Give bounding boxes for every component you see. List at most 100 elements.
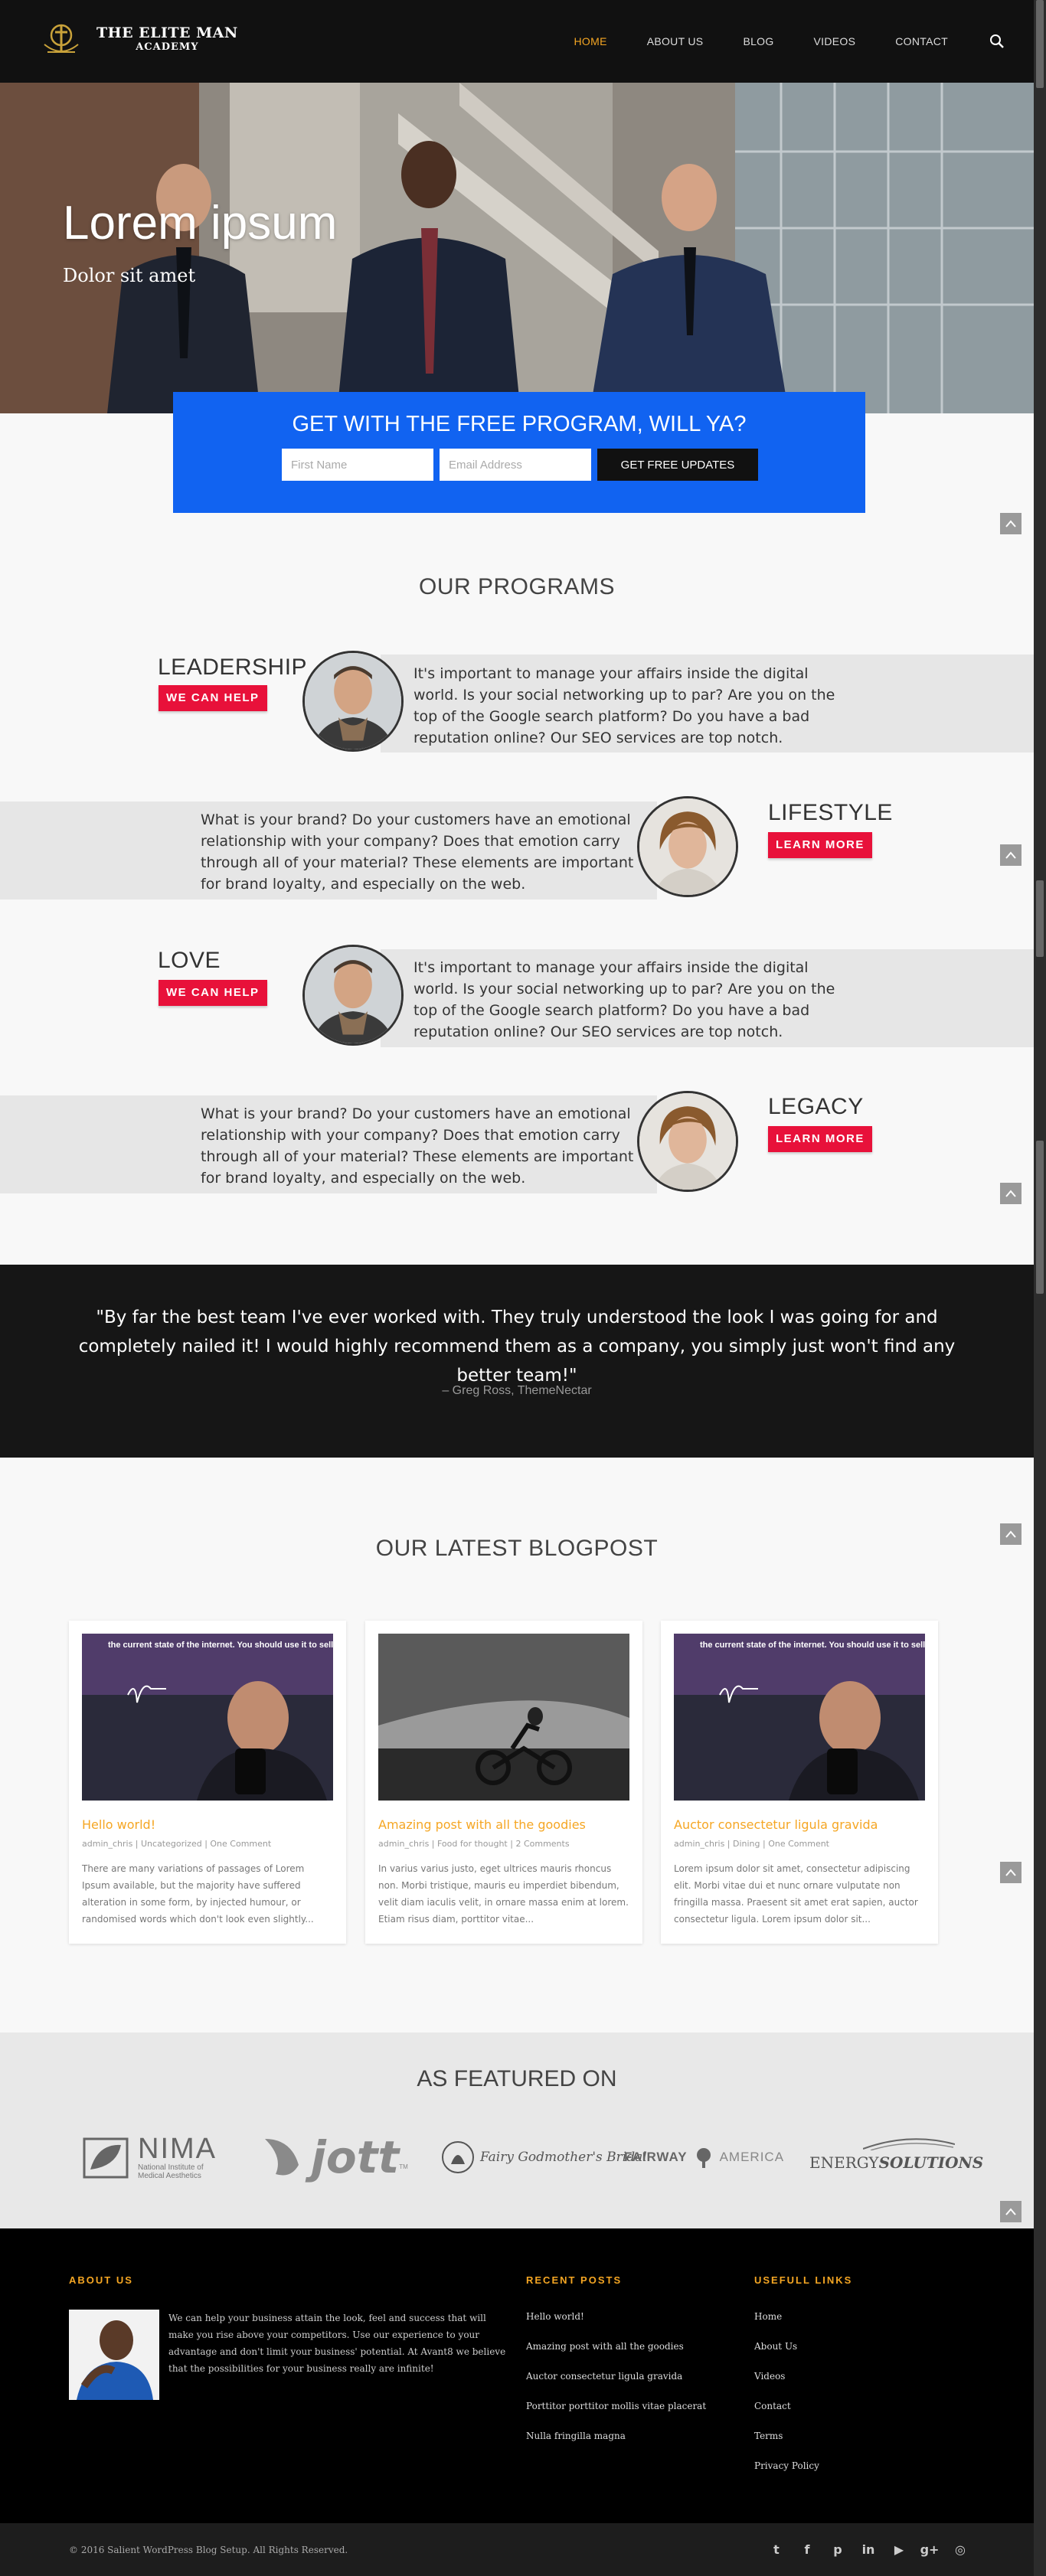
fairy-godmothers-bridal-logo: Fairy Godmother's Bridal xyxy=(440,2123,647,2192)
nav-contact[interactable]: CONTACT xyxy=(895,35,948,47)
scroll-top-button[interactable] xyxy=(1000,1183,1021,1204)
learn-more-button[interactable]: LEARN MORE xyxy=(768,832,872,858)
logo-title: THE ELITE MAN xyxy=(96,24,238,41)
fairway-america-logo: FAIRWAY AMERICA xyxy=(624,2123,784,2192)
site-footer: ABOUT US We can help your business attai… xyxy=(0,2228,1034,2523)
we-can-help-button[interactable]: WE CAN HELP xyxy=(159,685,267,711)
scroll-top-button[interactable] xyxy=(1000,1862,1021,1883)
blog-post-excerpt: In varius varius justo, eget ultrices ma… xyxy=(378,1863,629,1925)
scroll-top-button[interactable] xyxy=(1000,844,1021,866)
twitter-icon[interactable]: t xyxy=(769,2542,784,2557)
recent-post-link[interactable]: Auctor consectetur ligula gravida xyxy=(526,2369,706,2399)
recent-post-link[interactable]: Hello world! xyxy=(526,2310,706,2339)
recent-post-link[interactable]: Nulla fringilla magna xyxy=(526,2429,706,2459)
featured-title: AS FEATURED ON xyxy=(417,2066,617,2091)
optin-title: GET WITH THE FREE PROGRAM, WILL YA? xyxy=(292,412,747,436)
blog-post-excerpt: Lorem ipsum dolor sit amet, consectetur … xyxy=(674,1863,918,1925)
avatar-woman xyxy=(637,1091,738,1192)
blog-post-meta: admin_chris | Uncategorized | One Commen… xyxy=(82,1839,272,1849)
linkedin-icon[interactable]: in xyxy=(861,2542,876,2557)
main-nav: HOME ABOUT US BLOG VIDEOS CONTACT xyxy=(574,0,948,83)
jott-trademark: TM xyxy=(399,2163,408,2170)
copyright-text: © 2016 Salient WordPress Blog Setup. All… xyxy=(69,2545,348,2555)
page-scrollbar[interactable] xyxy=(1034,0,1046,2576)
blog-post-title[interactable]: Hello world! xyxy=(82,1817,155,1832)
first-name-input[interactable] xyxy=(282,449,433,481)
footer-bottom-bar: © 2016 Salient WordPress Blog Setup. All… xyxy=(0,2523,1034,2576)
hero-title: Lorem ipsum xyxy=(63,197,338,250)
youtube-icon[interactable]: ▶ xyxy=(891,2542,907,2557)
avatar-man xyxy=(302,651,404,752)
footer-about-text: We can help your business attain the loo… xyxy=(168,2313,506,2374)
scroll-top-button[interactable] xyxy=(1000,513,1021,534)
chevron-up-icon xyxy=(1005,2208,1016,2215)
pinterest-icon[interactable]: p xyxy=(830,2542,845,2557)
blog-card[interactable]: Amazing post with all the goodies admin_… xyxy=(365,1621,642,1944)
social-links: t f p in ▶ g+ ◎ xyxy=(769,2542,968,2557)
facebook-icon[interactable]: f xyxy=(799,2542,815,2557)
blog-post-title[interactable]: Amazing post with all the goodies xyxy=(378,1817,586,1832)
footer-link-contact[interactable]: Contact xyxy=(754,2399,819,2429)
site-header: THE ELITE MAN ACADEMY HOME ABOUT US BLOG… xyxy=(0,0,1034,83)
fairy-godmothers-bridal-wordmark: Fairy Godmother's Bridal xyxy=(480,2150,647,2165)
blog-post-title[interactable]: Auctor consectetur ligula gravida xyxy=(674,1817,878,1832)
footer-link-privacy-policy[interactable]: Privacy Policy xyxy=(754,2459,819,2489)
blog-card[interactable]: the current state of the internet. You s… xyxy=(69,1621,346,1944)
footer-link-home[interactable]: Home xyxy=(754,2310,819,2339)
program-name-lifestyle: LIFESTYLE xyxy=(768,800,893,825)
blog-image-caption: the current state of the internet. You s… xyxy=(700,1641,925,1650)
blog-title: OUR LATEST BLOGPOST xyxy=(375,1536,659,1561)
footer-link-about-us[interactable]: About Us xyxy=(754,2339,819,2369)
programs-title: OUR PROGRAMS xyxy=(418,574,616,599)
instagram-icon[interactable]: ◎ xyxy=(953,2542,968,2557)
energy-wordmark: ENERGY xyxy=(809,2153,879,2172)
blog-image-caption: the current state of the internet. You s… xyxy=(108,1641,333,1650)
chevron-up-icon xyxy=(1005,520,1016,527)
site-logo[interactable]: THE ELITE MAN ACADEMY xyxy=(40,21,238,57)
we-can-help-button[interactable]: WE CAN HELP xyxy=(159,980,267,1006)
blog-thumbnail[interactable]: the current state of the internet. You s… xyxy=(82,1634,333,1801)
nima-tagline-2: Medical Aesthetics xyxy=(138,2172,201,2180)
chevron-up-icon xyxy=(1005,1869,1016,1876)
nav-blog[interactable]: BLOG xyxy=(743,35,773,47)
chevron-up-icon xyxy=(1005,1190,1016,1197)
footer-about-heading: ABOUT US xyxy=(69,2274,133,2286)
google-plus-icon[interactable]: g+ xyxy=(920,2542,940,2557)
jott-logo: jott TM xyxy=(260,2123,408,2192)
blog-thumbnail[interactable]: the current state of the internet. You s… xyxy=(674,1634,925,1801)
testimonial-section: "By far the best team I've ever worked w… xyxy=(0,1265,1034,1458)
recent-posts-list: Hello world! Amazing post with all the g… xyxy=(526,2310,706,2459)
scroll-top-button[interactable] xyxy=(1000,2201,1021,2222)
recent-post-link[interactable]: Amazing post with all the goodies xyxy=(526,2339,706,2369)
testimonial-quote: "By far the best team I've ever worked w… xyxy=(78,1308,956,1386)
blog-post-meta: admin_chris | Food for thought | 2 Comme… xyxy=(378,1839,570,1849)
program-description: It's important to manage your affairs in… xyxy=(413,665,835,746)
footer-links-heading: USEFULL LINKS xyxy=(754,2274,853,2286)
search-icon[interactable] xyxy=(989,34,1005,49)
avatar-woman xyxy=(637,796,738,897)
program-description: What is your brand? Do your customers ha… xyxy=(201,1105,634,1187)
nima-wordmark: NIMA xyxy=(138,2133,217,2165)
hero-banner: Lorem ipsum Dolor sit amet xyxy=(0,83,1034,413)
nav-about-us[interactable]: ABOUT US xyxy=(647,35,704,47)
footer-recent-heading: RECENT POSTS xyxy=(526,2274,623,2286)
email-input[interactable] xyxy=(440,449,591,481)
optin-box: GET WITH THE FREE PROGRAM, WILL YA? GET … xyxy=(173,392,865,513)
fairway-wordmark: FAIRWAY xyxy=(624,2150,688,2164)
get-free-updates-button[interactable]: GET FREE UPDATES xyxy=(597,449,758,481)
chevron-up-icon xyxy=(1005,851,1016,859)
recent-post-link[interactable]: Porttitor porttitor mollis vitae placera… xyxy=(526,2399,706,2429)
learn-more-button[interactable]: LEARN MORE xyxy=(768,1126,872,1152)
program-name-love: LOVE xyxy=(158,948,221,973)
footer-link-videos[interactable]: Videos xyxy=(754,2369,819,2399)
blog-card[interactable]: the current state of the internet. You s… xyxy=(661,1621,938,1944)
program-name-legacy: LEGACY xyxy=(768,1094,864,1119)
nav-videos[interactable]: VIDEOS xyxy=(814,35,856,47)
scrollbar-thumb[interactable] xyxy=(1036,0,1044,88)
solutions-wordmark: SOLUTIONS xyxy=(878,2153,984,2172)
blog-thumbnail[interactable] xyxy=(378,1634,629,1801)
useful-links-list: Home About Us Videos Contact Terms Priva… xyxy=(754,2310,819,2489)
footer-link-terms[interactable]: Terms xyxy=(754,2429,819,2459)
nav-home[interactable]: HOME xyxy=(574,35,607,47)
logo-subtitle: ACADEMY xyxy=(136,41,199,53)
